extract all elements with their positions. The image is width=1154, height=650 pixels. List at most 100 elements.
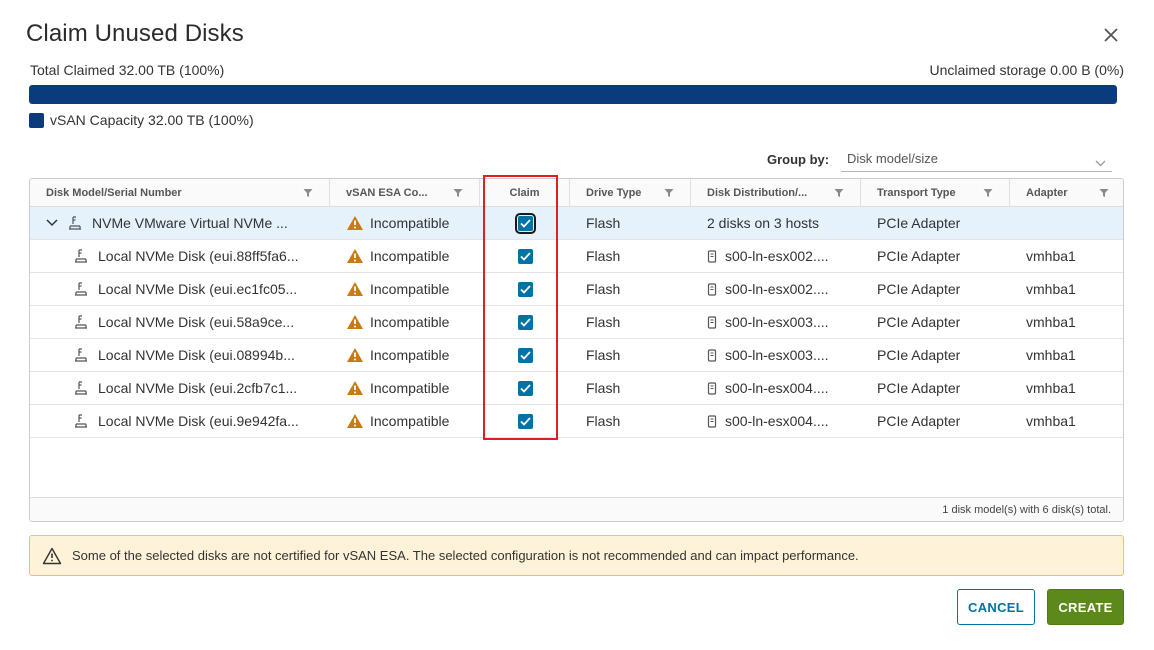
disk-name: Local NVMe Disk (eui.2cfb7c1... (98, 380, 298, 396)
grid-footer: 1 disk model(s) with 6 disk(s) total. (30, 497, 1123, 521)
claim-unused-disks-dialog: Claim Unused Disks Total Claimed 32.00 T… (0, 0, 1154, 650)
column-header-transport-type[interactable]: Transport Type (861, 179, 1010, 207)
adapter: vmhba1 (1026, 314, 1076, 330)
drive-type: Flash (586, 314, 621, 330)
warning-icon (346, 347, 364, 363)
warning-icon (346, 314, 364, 330)
transport-type: PCIe Adapter (877, 347, 961, 363)
disk-row[interactable]: Local NVMe Disk (eui.ec1fc05... Incompat… (30, 273, 1123, 306)
column-header-adapter[interactable]: Adapter (1010, 179, 1123, 207)
column-header-claim[interactable]: Claim (480, 179, 570, 207)
claim-checkbox[interactable] (514, 212, 536, 234)
disk-icon (68, 216, 82, 230)
alert-message: Some of the selected disks are not certi… (72, 548, 859, 563)
disk-distribution: 2 disks on 3 hosts (707, 215, 820, 231)
disk-distribution: s00-ln-esx004.... (725, 413, 829, 429)
capacity-bar-fill (29, 85, 1117, 104)
group-name: NVMe VMware Virtual NVMe ... (92, 215, 288, 231)
warning-icon (42, 547, 62, 565)
disk-distribution: s00-ln-esx002.... (725, 281, 829, 297)
filter-icon[interactable] (1099, 188, 1109, 201)
group-row[interactable]: NVMe VMware Virtual NVMe ... Incompatibl… (30, 207, 1123, 240)
compat-status: Incompatible (370, 215, 450, 231)
drive-type: Flash (586, 215, 621, 231)
compat-status: Incompatible (370, 314, 450, 330)
filter-icon[interactable] (834, 188, 844, 201)
disk-name: Local NVMe Disk (eui.08994b... (98, 347, 295, 363)
filter-icon[interactable] (664, 188, 674, 201)
disk-icon (74, 414, 88, 428)
host-icon (707, 282, 717, 296)
warning-icon (346, 215, 364, 231)
drive-type: Flash (586, 413, 621, 429)
disk-distribution: s00-ln-esx004.... (725, 380, 829, 396)
drive-type: Flash (586, 248, 621, 264)
adapter: vmhba1 (1026, 248, 1076, 264)
host-icon (707, 414, 717, 428)
compat-status: Incompatible (370, 347, 450, 363)
disk-row[interactable]: Local NVMe Disk (eui.2cfb7c1... Incompat… (30, 372, 1123, 405)
adapter: vmhba1 (1026, 380, 1076, 396)
claim-checkbox[interactable] (517, 248, 533, 264)
dialog-title: Claim Unused Disks (26, 20, 244, 47)
claim-checkbox[interactable] (517, 413, 533, 429)
legend-label: vSAN Capacity 32.00 TB (100%) (50, 112, 254, 128)
transport-type: PCIe Adapter (877, 314, 961, 330)
disk-row[interactable]: Local NVMe Disk (eui.88ff5fa6... Incompa… (30, 240, 1123, 273)
group-by-label: Group by: (767, 152, 830, 167)
transport-type: PCIe Adapter (877, 413, 961, 429)
warning-icon (346, 248, 364, 264)
warning-icon (346, 281, 364, 297)
disk-icon (74, 348, 88, 362)
column-header-vsan-esa-compat[interactable]: vSAN ESA Co... (330, 179, 480, 207)
host-icon (707, 315, 717, 329)
filter-icon[interactable] (983, 188, 993, 201)
compat-status: Incompatible (370, 380, 450, 396)
host-icon (707, 381, 717, 395)
transport-type: PCIe Adapter (877, 248, 961, 264)
disk-row[interactable]: Local NVMe Disk (eui.58a9ce... Incompati… (30, 306, 1123, 339)
disk-name: Local NVMe Disk (eui.58a9ce... (98, 314, 295, 330)
disk-distribution: s00-ln-esx002.... (725, 248, 829, 264)
disk-icon (74, 381, 88, 395)
disk-icon (74, 315, 88, 329)
drive-type: Flash (586, 347, 621, 363)
column-header-disk-model[interactable]: Disk Model/Serial Number (30, 179, 330, 207)
chevron-down-icon[interactable] (46, 219, 58, 227)
adapter: vmhba1 (1026, 413, 1076, 429)
claim-checkbox[interactable] (517, 380, 533, 396)
disk-distribution: s00-ln-esx003.... (725, 347, 829, 363)
claim-checkbox[interactable] (517, 347, 533, 363)
disk-row[interactable]: Local NVMe Disk (eui.9e942fa... Incompat… (30, 405, 1123, 438)
adapter (1026, 207, 1123, 239)
transport-type: PCIe Adapter (877, 281, 961, 297)
drive-type: Flash (586, 380, 621, 396)
capacity-bar (29, 85, 1117, 104)
group-by-select[interactable]: Disk model/size (841, 146, 1112, 172)
certification-warning-alert: Some of the selected disks are not certi… (29, 535, 1124, 576)
disk-name: Local NVMe Disk (eui.ec1fc05... (98, 281, 298, 297)
close-icon[interactable] (1100, 24, 1122, 46)
disk-row[interactable]: Local NVMe Disk (eui.08994b... Incompati… (30, 339, 1123, 372)
create-button[interactable]: CREATE (1047, 589, 1124, 625)
grid-header: Disk Model/Serial Number vSAN ESA Co... … (30, 179, 1123, 207)
column-header-drive-type[interactable]: Drive Type (570, 179, 691, 207)
group-by-value: Disk model/size (847, 151, 939, 166)
claim-checkbox[interactable] (517, 281, 533, 297)
legend-swatch (29, 112, 44, 128)
column-header-disk-distribution[interactable]: Disk Distribution/... (691, 179, 861, 207)
cancel-button[interactable]: CANCEL (957, 589, 1035, 625)
total-claimed-label: Total Claimed 32.00 TB (100%) (30, 62, 225, 78)
host-icon (707, 348, 717, 362)
disk-icon (74, 282, 88, 296)
host-icon (707, 249, 717, 263)
transport-type: PCIe Adapter (877, 215, 961, 231)
chevron-down-icon (1095, 155, 1106, 170)
drive-type: Flash (586, 281, 621, 297)
compat-status: Incompatible (370, 281, 450, 297)
filter-icon[interactable] (453, 188, 463, 201)
disk-icon (74, 249, 88, 263)
filter-icon[interactable] (303, 188, 313, 201)
claim-checkbox[interactable] (517, 314, 533, 330)
capacity-legend: vSAN Capacity 32.00 TB (100%) (29, 112, 254, 128)
